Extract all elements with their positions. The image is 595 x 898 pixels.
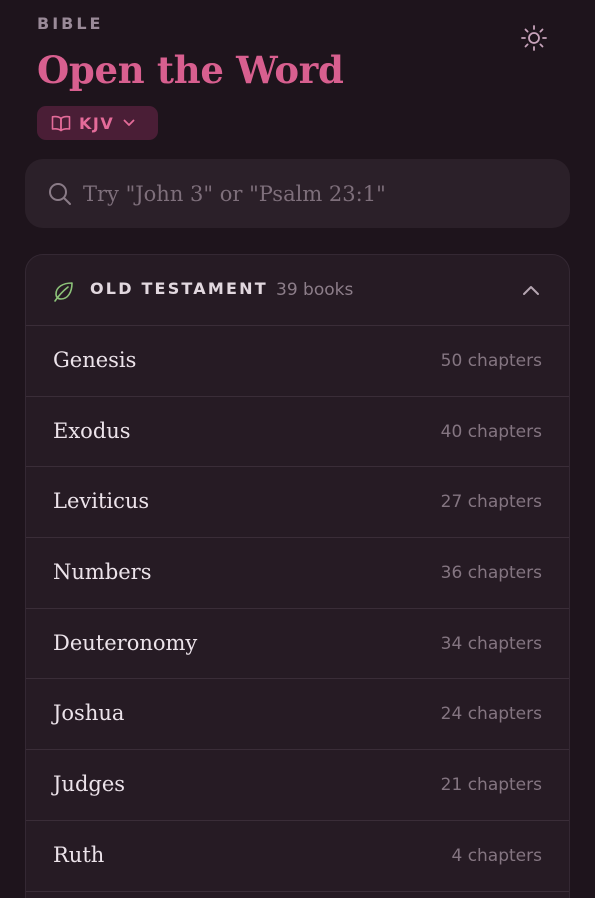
book-row-exodus[interactable]: Exodus 40 chapters [26, 397, 569, 468]
book-row-deuteronomy[interactable]: Deuteronomy 34 chapters [26, 609, 569, 680]
testament-book-count: 39 books [276, 280, 354, 300]
leaf-icon [54, 282, 73, 302]
search-bar [25, 159, 570, 228]
book-name: Ruth [53, 842, 105, 867]
book-row-judges[interactable]: Judges 21 chapters [26, 750, 569, 821]
book-name: Exodus [53, 418, 131, 443]
book-name: Genesis [53, 348, 137, 372]
book-name: Joshua [53, 701, 125, 726]
sun-icon [521, 25, 547, 51]
book-name: Numbers [53, 560, 152, 585]
bible-home-screen: BIBLE Open the Word KJV Try "John 3" or … [0, 0, 595, 898]
book-chapter-count: 50 chapters [440, 351, 542, 371]
book-chapter-count: 21 chapters [440, 775, 542, 796]
book-row-ruth[interactable]: Ruth 4 chapters [26, 821, 569, 892]
book-row-joshua[interactable]: Joshua 24 chapters [26, 679, 569, 751]
version-label: KJV [79, 113, 115, 133]
page-title: Open the Word [37, 48, 344, 92]
chevron-up-icon[interactable] [519, 279, 543, 303]
testament-title: OLD TESTAMENT [90, 279, 268, 298]
book-name: Deuteronomy [53, 630, 198, 655]
book-row-numbers[interactable]: Numbers 36 chapters [26, 538, 569, 609]
search-input[interactable] [83, 181, 543, 206]
open-book-icon [51, 114, 71, 132]
old-testament-header[interactable]: OLD TESTAMENT 39 books [26, 255, 569, 326]
book-chapter-count: 27 chapters [440, 492, 542, 513]
search-icon [47, 181, 73, 207]
theme-toggle-button[interactable] [516, 20, 552, 56]
book-chapter-count: 34 chapters [440, 633, 542, 654]
old-testament-section: OLD TESTAMENT 39 books Genesis 50 chapte… [25, 254, 570, 898]
book-row-leviticus[interactable]: Leviticus 27 chapters [26, 467, 569, 539]
book-name: Leviticus [53, 489, 150, 514]
section-eyebrow: BIBLE [37, 14, 104, 33]
chevron-down-icon [123, 119, 135, 127]
book-name: Judges [53, 772, 126, 797]
book-chapter-count: 24 chapters [440, 704, 542, 725]
book-chapter-count: 40 chapters [440, 421, 542, 442]
version-selector[interactable]: KJV [37, 106, 158, 140]
book-chapter-count: 4 chapters [451, 845, 542, 866]
book-chapter-count: 36 chapters [440, 563, 542, 584]
book-row-genesis[interactable]: Genesis 50 chapters [26, 326, 569, 397]
